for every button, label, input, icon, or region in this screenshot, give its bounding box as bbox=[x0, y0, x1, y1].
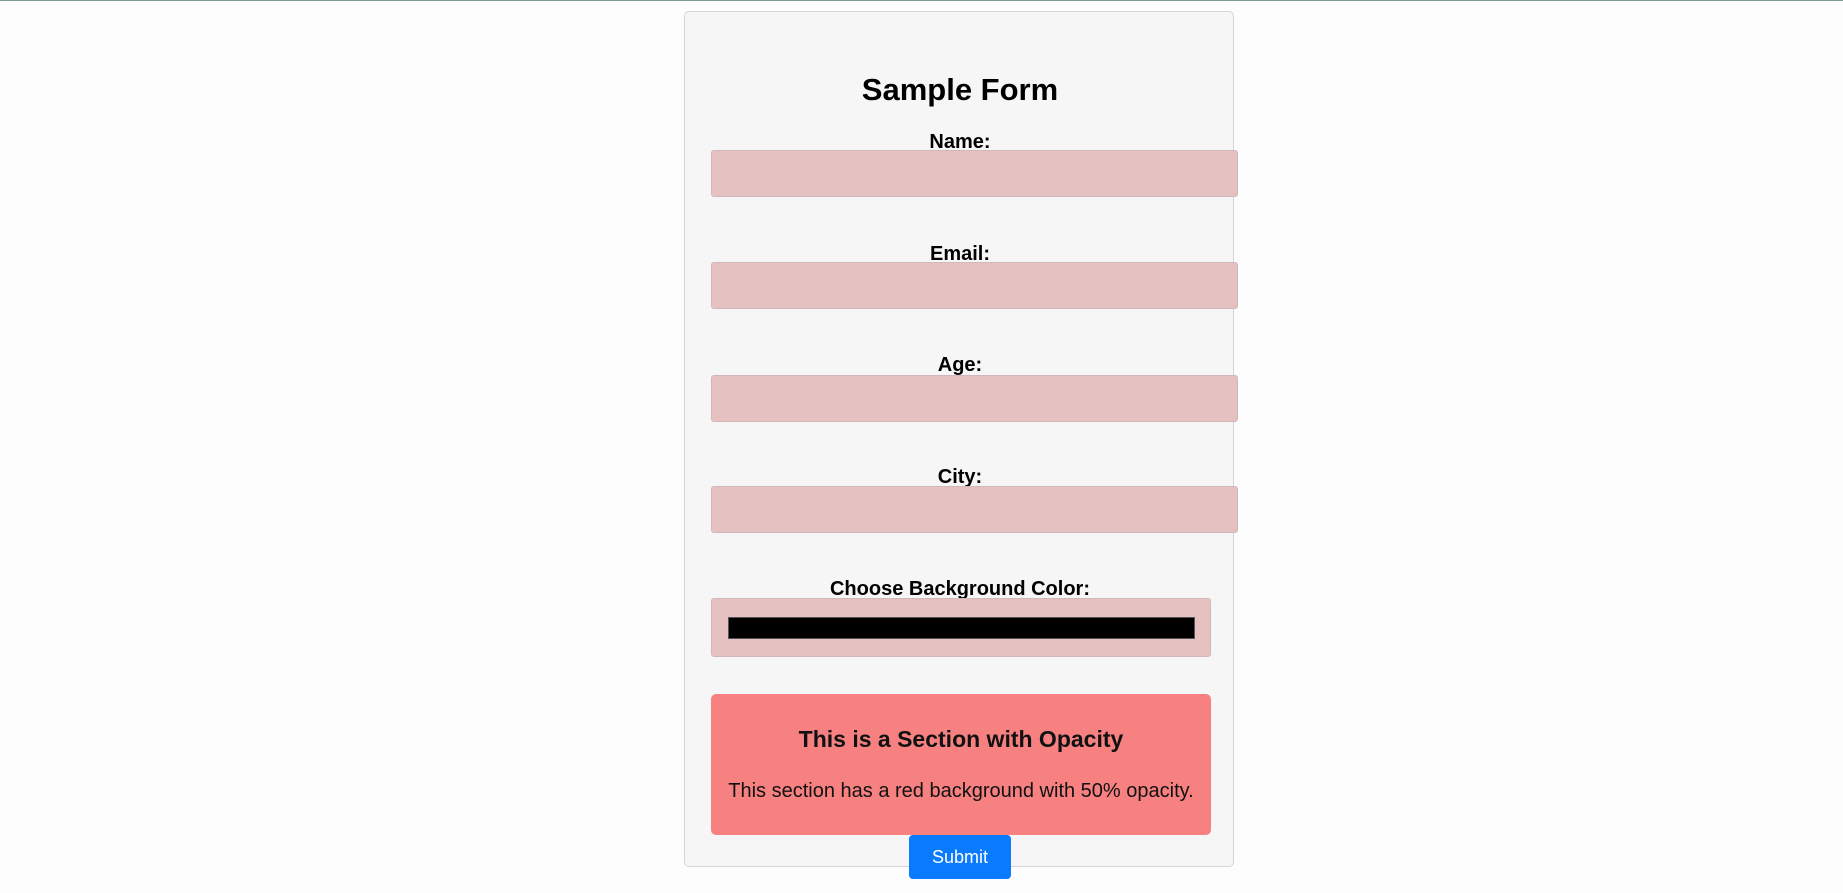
background-color-swatch[interactable] bbox=[728, 617, 1195, 639]
form-title: Sample Form bbox=[861, 72, 1059, 107]
city-input[interactable] bbox=[711, 486, 1238, 533]
age-label: Age: bbox=[937, 354, 983, 376]
opacity-section: This is a Section with Opacity This sect… bbox=[711, 694, 1211, 835]
opacity-section-title: This is a Section with Opacity bbox=[798, 726, 1124, 752]
name-input[interactable] bbox=[711, 150, 1238, 197]
email-input[interactable] bbox=[711, 262, 1238, 309]
top-border-line bbox=[0, 0, 1843, 1]
age-input[interactable] bbox=[711, 375, 1238, 422]
background-color-field[interactable] bbox=[711, 598, 1211, 657]
opacity-section-text: This section has a red background with 5… bbox=[728, 780, 1194, 802]
sample-form: Sample Form Name: Email: Age: City: Choo… bbox=[684, 11, 1238, 879]
submit-button[interactable]: Submit bbox=[909, 835, 1011, 879]
